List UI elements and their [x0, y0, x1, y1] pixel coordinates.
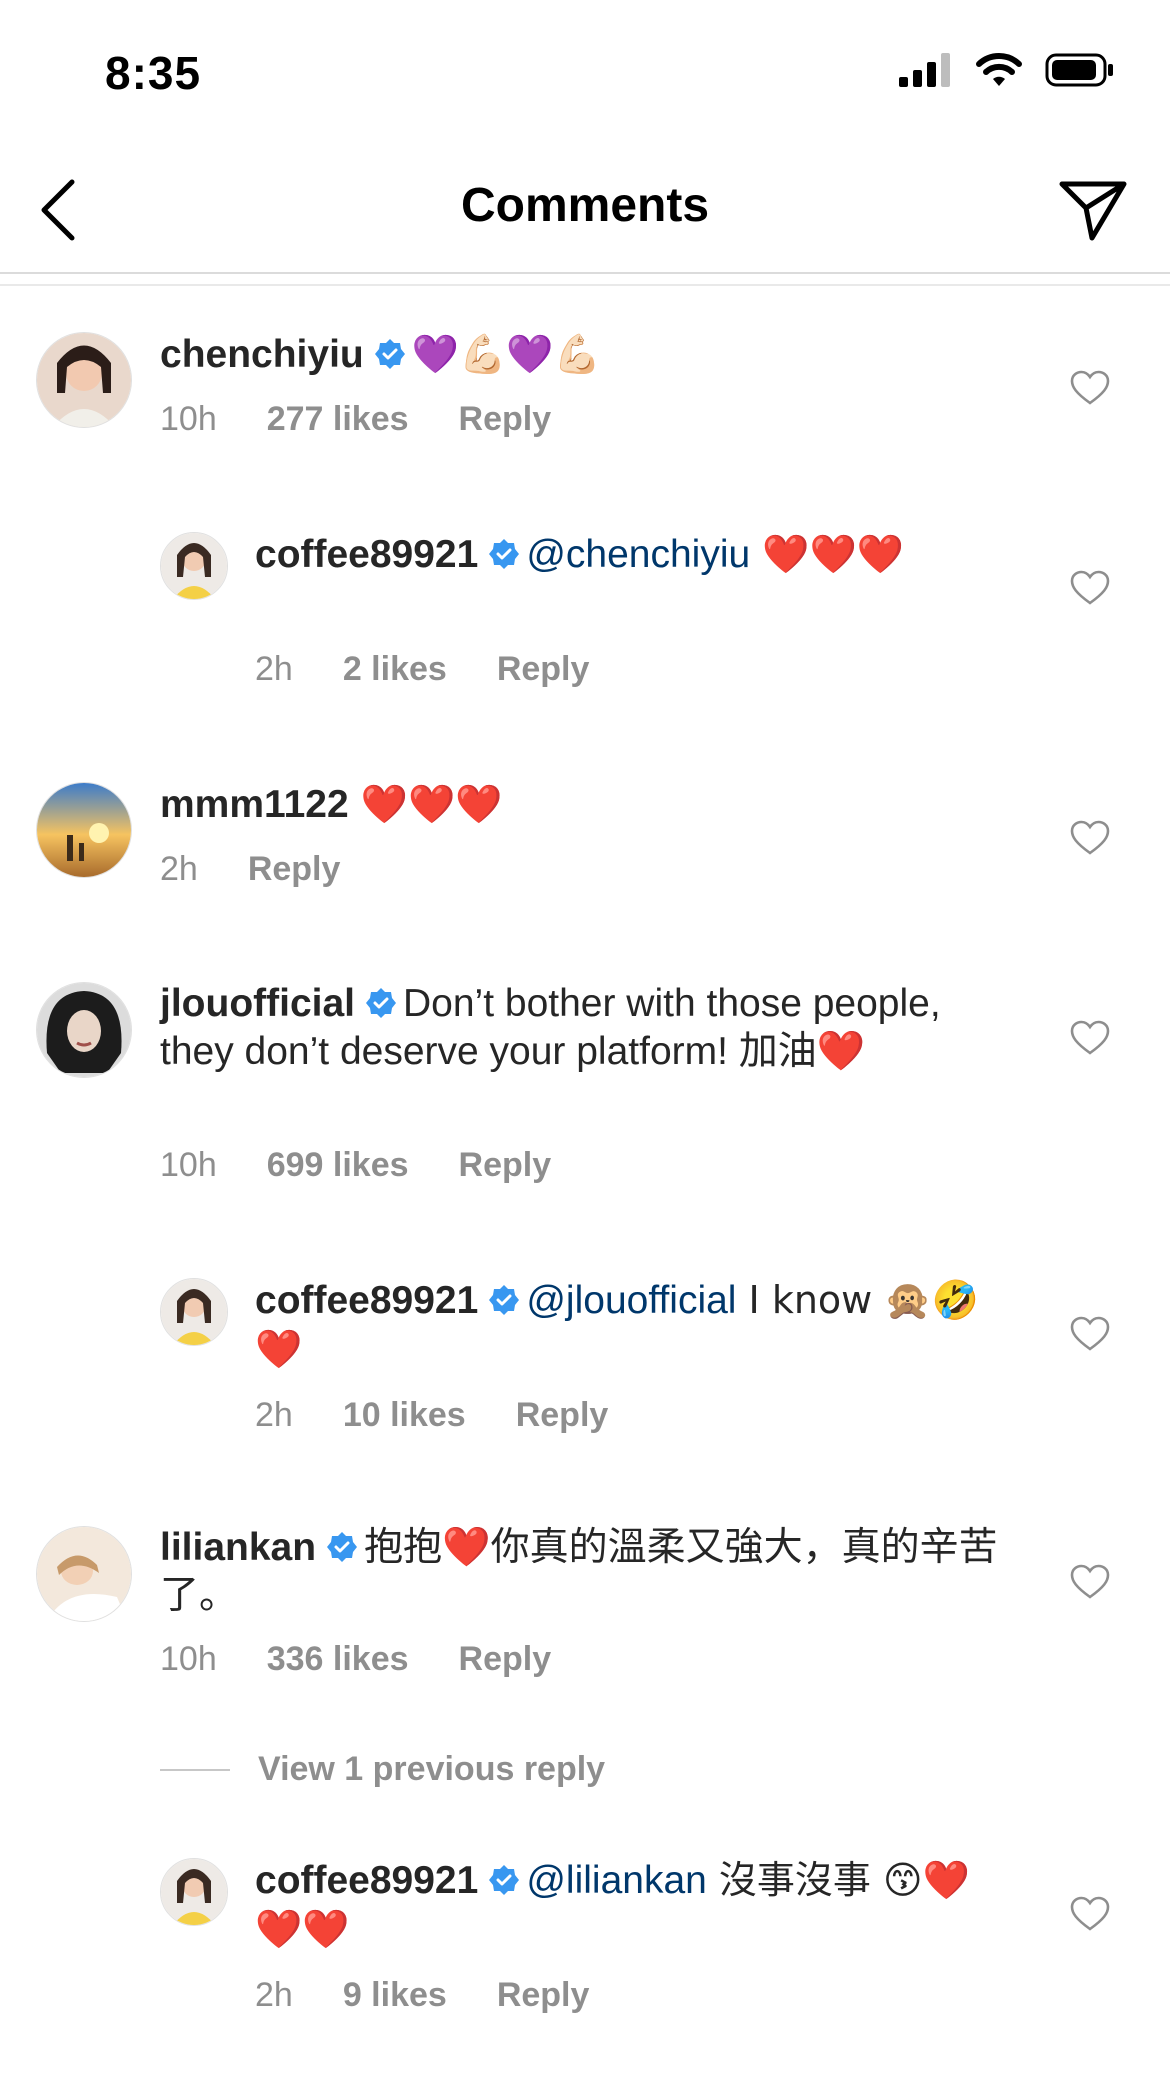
comment-item: jlouofficial Don’t bother with those peop…: [0, 980, 1170, 1200]
username-link[interactable]: mmm1122: [160, 783, 349, 826]
reply-button[interactable]: Reply: [497, 650, 590, 689]
heart-outline-icon: [1070, 820, 1110, 855]
reply-button[interactable]: Reply: [459, 400, 552, 439]
verified-badge-icon: [366, 988, 396, 1018]
divider: [0, 284, 1170, 286]
username-link[interactable]: liliankan: [160, 1526, 316, 1569]
comment-text: 💜💪🏻💜💪🏻: [411, 332, 601, 376]
verified-badge-icon: [374, 339, 405, 369]
status-time: 8:35: [105, 47, 202, 99]
like-button[interactable]: [1070, 1020, 1110, 1056]
avatar[interactable]: [160, 532, 228, 600]
comment-time: 10h: [160, 1146, 217, 1184]
comment-meta: 10h 277 likes Reply: [160, 400, 601, 439]
reply-button[interactable]: Reply: [497, 1976, 590, 2015]
comment-text: ❤️❤️❤️: [348, 782, 503, 826]
likes-count[interactable]: 10 likes: [343, 1396, 466, 1435]
comment-body: liliankan 抱抱❤️你真的溫柔又強大，真的辛苦了。: [160, 1524, 1000, 1620]
likes-count[interactable]: 336 likes: [267, 1640, 409, 1679]
avatar[interactable]: [160, 1278, 228, 1346]
comments-header: Comments: [0, 150, 1170, 274]
reply-item: coffee89921 @jlouofficial I know 🙊🤣❤️ 2h …: [0, 1276, 1170, 1446]
comment-text: ❤️❤️❤️: [750, 532, 905, 576]
avatar[interactable]: [160, 1858, 228, 1926]
mention-link[interactable]: @chenchiyiu: [526, 533, 750, 576]
like-button[interactable]: [1070, 570, 1110, 606]
like-button[interactable]: [1070, 820, 1110, 856]
comment-meta: 10h 699 likes Reply: [160, 1146, 601, 1185]
reply-item: coffee89921 @liliankan 沒事沒事 😙❤️❤️❤️ 2h 9 …: [0, 1856, 1170, 2026]
heart-outline-icon: [1070, 570, 1110, 605]
comment-time: 2h: [255, 650, 293, 688]
heart-outline-icon: [1070, 1896, 1110, 1931]
comment-meta: 2h 2 likes Reply: [255, 650, 639, 689]
likes-count[interactable]: 699 likes: [267, 1146, 409, 1185]
like-button[interactable]: [1070, 1316, 1110, 1352]
avatar[interactable]: [36, 982, 132, 1078]
battery-icon: [1045, 53, 1113, 87]
verified-badge-icon: [489, 539, 520, 569]
page-title: Comments: [460, 179, 710, 232]
view-previous-replies-button[interactable]: View 1 previous reply: [160, 1750, 605, 1789]
cellular-signal-icon: [899, 53, 950, 87]
username-link[interactable]: coffee89921: [255, 533, 478, 576]
username-link[interactable]: chenchiyiu: [160, 333, 364, 376]
comment-meta: 10h 336 likes Reply: [160, 1640, 601, 1679]
username-link[interactable]: jlouofficial: [160, 982, 355, 1025]
comment-time: 10h: [160, 1640, 217, 1678]
comment-time: 2h: [160, 850, 198, 888]
comment-body: mmm1122 ❤️❤️❤️: [160, 780, 1000, 829]
comment-body: coffee89921 @jlouofficial I know 🙊🤣❤️: [255, 1276, 995, 1374]
like-button[interactable]: [1070, 370, 1110, 406]
verified-badge-icon: [327, 1532, 358, 1562]
comment-body: coffee89921 @liliankan 沒事沒事 😙❤️❤️❤️: [255, 1856, 995, 1954]
verified-badge-icon: [489, 1865, 520, 1895]
comment-meta: 2h Reply: [160, 850, 390, 889]
heart-outline-icon: [1070, 1564, 1110, 1599]
comment-item: chenchiyiu 💜💪🏻💜💪🏻 10h 277 likes Reply: [0, 330, 1170, 460]
verified-badge-icon: [489, 1285, 520, 1315]
avatar[interactable]: [36, 782, 132, 878]
reply-item: coffee89921 @chenchiyiu ❤️❤️❤️ 2h 2 likes…: [0, 530, 1170, 700]
reply-button[interactable]: Reply: [248, 850, 341, 889]
comment-body: jlouofficial Don’t bother with those peop…: [160, 980, 1000, 1076]
heart-outline-icon: [1070, 1020, 1110, 1055]
comment-meta: 2h 10 likes Reply: [255, 1396, 658, 1435]
reply-button[interactable]: Reply: [516, 1396, 609, 1435]
like-button[interactable]: [1070, 1564, 1110, 1600]
heart-outline-icon: [1070, 370, 1110, 405]
reply-button[interactable]: Reply: [459, 1146, 552, 1185]
share-button[interactable]: [1056, 172, 1130, 246]
username-link[interactable]: coffee89921: [255, 1279, 478, 1322]
avatar[interactable]: [36, 1526, 132, 1622]
comment-time: 2h: [255, 1976, 293, 2014]
status-bar: 8:35: [0, 0, 1170, 150]
status-icons: [899, 52, 1115, 88]
reply-button[interactable]: Reply: [459, 1640, 552, 1679]
mention-link[interactable]: @liliankan: [526, 1859, 707, 1902]
heart-outline-icon: [1070, 1316, 1110, 1351]
username-link[interactable]: coffee89921: [255, 1859, 478, 1902]
wifi-icon: [976, 53, 1022, 86]
view-previous-replies-label: View 1 previous reply: [258, 1750, 606, 1788]
comment-item: mmm1122 ❤️❤️❤️ 2h Reply: [0, 780, 1170, 900]
likes-count[interactable]: 2 likes: [343, 650, 447, 689]
comment-time: 10h: [160, 400, 217, 438]
comment-body: coffee89921 @chenchiyiu ❤️❤️❤️: [255, 530, 995, 579]
comment-time: 2h: [255, 1396, 293, 1434]
divider: [160, 1768, 230, 1771]
comment-meta: 2h 9 likes Reply: [255, 1976, 639, 2015]
like-button[interactable]: [1070, 1896, 1110, 1932]
paper-plane-icon: [1059, 181, 1127, 241]
comment-item: liliankan 抱抱❤️你真的溫柔又強大，真的辛苦了。 10h 336 lik…: [0, 1524, 1170, 1684]
likes-count[interactable]: 277 likes: [267, 400, 409, 439]
avatar[interactable]: [36, 332, 132, 428]
comment-body: chenchiyiu 💜💪🏻💜💪🏻: [160, 330, 1000, 379]
mention-link[interactable]: @jlouofficial: [526, 1279, 736, 1322]
likes-count[interactable]: 9 likes: [343, 1976, 447, 2015]
